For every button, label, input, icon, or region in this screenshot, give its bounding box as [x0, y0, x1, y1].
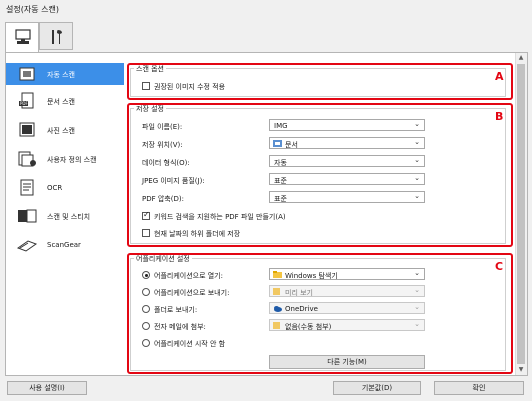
sidebar-item-document-scan[interactable]: PDF 문서 스캔: [6, 90, 124, 112]
sidebar-item-label: 사진 스캔: [47, 127, 75, 135]
scan-stitch-icon: [18, 209, 37, 223]
document-scan-icon: PDF: [19, 92, 34, 109]
sidebar-item-label: 자동 스캔: [47, 71, 75, 79]
sidebar-item-ocr[interactable]: OCR: [6, 177, 124, 199]
tools-icon: [52, 30, 62, 44]
marker-a: A: [495, 70, 504, 83]
ocr-icon: [20, 179, 34, 196]
sidebar-item-label: 문서 스캔: [47, 98, 75, 106]
sidebar-item-photo-scan[interactable]: 사진 스캔: [6, 119, 124, 141]
custom-scan-icon: [18, 151, 36, 167]
marker-c: C: [495, 260, 504, 273]
sidebar-item-auto-scan[interactable]: 자동 스캔: [6, 63, 124, 85]
marker-b: B: [495, 110, 504, 123]
instructions-button[interactable]: 사용 설명(I): [7, 381, 87, 395]
auto-scan-icon: [19, 67, 35, 81]
sidebar-item-scangear[interactable]: ScanGear: [6, 234, 124, 256]
defaults-button[interactable]: 기본값(D): [333, 381, 421, 395]
sidebar-item-label: 스캔 및 스티치: [47, 213, 91, 221]
scroll-thumb[interactable]: [517, 64, 525, 364]
marker-box-c: [127, 253, 513, 374]
ok-button[interactable]: 확인: [434, 381, 524, 395]
scroll-down-arrow-icon[interactable]: ▼: [515, 365, 527, 375]
window-title: 설정(자동 스캔): [6, 5, 59, 14]
sidebar-item-label: ScanGear: [47, 241, 81, 249]
sidebar-item-scan-stitch[interactable]: 스캔 및 스티치: [6, 205, 124, 227]
marker-box-b: [127, 103, 513, 247]
sidebar-item-label: OCR: [47, 184, 63, 192]
tab-general-settings[interactable]: [39, 22, 73, 50]
photo-scan-icon: [19, 122, 35, 137]
sidebar-item-custom-scan[interactable]: 사용자 정의 스캔: [6, 148, 124, 170]
marker-box-a: [127, 63, 513, 100]
scroll-up-arrow-icon[interactable]: ▲: [515, 53, 527, 63]
sidebar-item-label: 사용자 정의 스캔: [47, 156, 97, 164]
sidebar: 자동 스캔 PDF 문서 스캔 사진 스캔 사용자 정의 스캔 OCR 스캔 및…: [6, 53, 124, 375]
svg-text:PDF: PDF: [20, 101, 28, 106]
tab-scan[interactable]: [5, 22, 39, 53]
scangear-icon: [16, 240, 38, 252]
computer-scan-icon: [15, 29, 31, 44]
